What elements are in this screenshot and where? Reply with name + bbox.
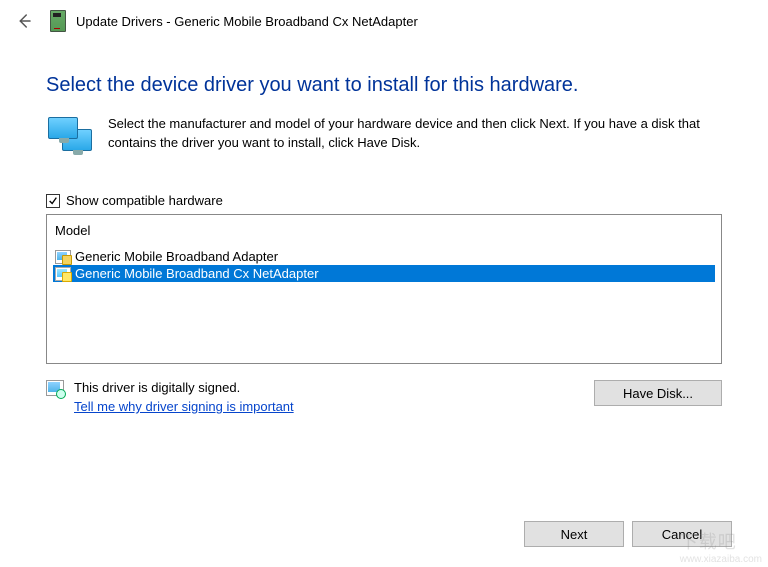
- model-item-label: Generic Mobile Broadband Cx NetAdapter: [75, 266, 319, 281]
- arrow-left-icon: [15, 12, 33, 30]
- model-item-0[interactable]: Generic Mobile Broadband Adapter: [53, 248, 715, 265]
- show-compatible-checkbox[interactable]: Show compatible hardware: [46, 193, 722, 208]
- model-item-label: Generic Mobile Broadband Adapter: [75, 249, 278, 264]
- driver-icon: [55, 250, 71, 264]
- checkbox-label: Show compatible hardware: [66, 193, 223, 208]
- model-column-header: Model: [53, 219, 715, 248]
- checkbox-icon: [46, 194, 60, 208]
- cancel-button[interactable]: Cancel: [632, 521, 732, 547]
- back-button[interactable]: [14, 11, 34, 31]
- intro-text: Select the manufacturer and model of you…: [108, 115, 722, 155]
- intro-block: Select the manufacturer and model of you…: [46, 115, 722, 155]
- next-button[interactable]: Next: [524, 521, 624, 547]
- driver-icon: [55, 267, 71, 281]
- model-item-1[interactable]: Generic Mobile Broadband Cx NetAdapter: [53, 265, 715, 282]
- model-listbox[interactable]: Model Generic Mobile Broadband Adapter G…: [46, 214, 722, 364]
- signing-help-link[interactable]: Tell me why driver signing is important: [74, 399, 294, 414]
- signing-status: This driver is digitally signed. Tell me…: [46, 380, 294, 414]
- window-title: Update Drivers - Generic Mobile Broadban…: [76, 14, 418, 29]
- title-bar: Update Drivers - Generic Mobile Broadban…: [50, 10, 418, 32]
- have-disk-button[interactable]: Have Disk...: [594, 380, 722, 406]
- monitors-icon: [46, 115, 92, 155]
- page-heading: Select the device driver you want to ins…: [46, 74, 722, 97]
- signing-status-text: This driver is digitally signed.: [74, 380, 294, 395]
- signed-driver-icon: [46, 380, 64, 396]
- device-icon: [50, 10, 66, 32]
